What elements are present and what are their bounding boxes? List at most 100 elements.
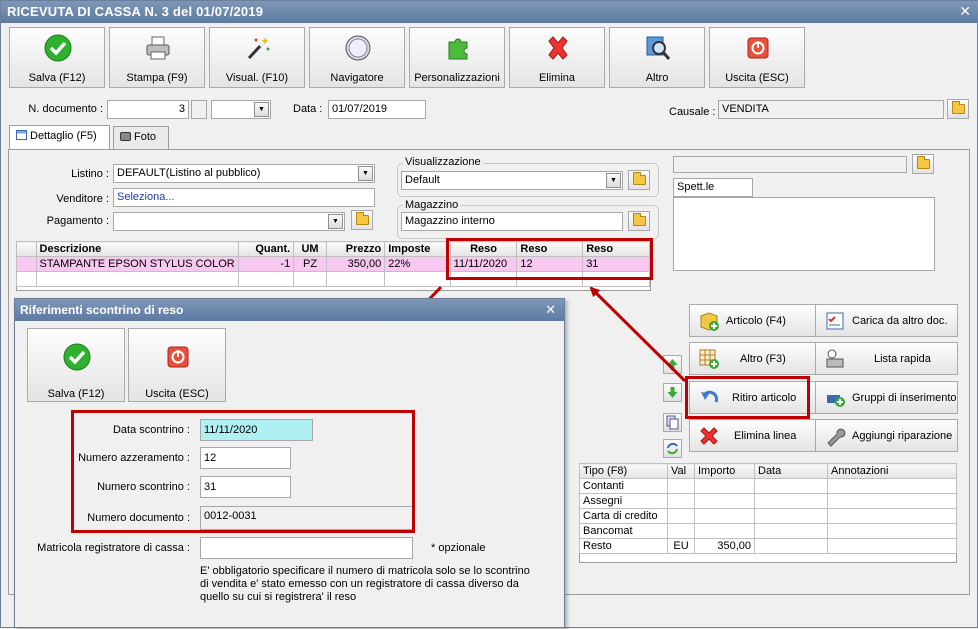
magazzino-input[interactable]: Magazzino interno — [401, 212, 623, 231]
save-label: Salva (F12) — [28, 72, 86, 84]
pay-type[interactable]: Carta di credito — [579, 508, 668, 524]
pay-type[interactable]: Assegni — [579, 493, 668, 509]
move-down-button[interactable] — [663, 383, 682, 402]
col-data[interactable]: Data — [754, 463, 828, 479]
cell-um[interactable]: PZ — [293, 256, 327, 272]
col-val[interactable]: Val — [667, 463, 695, 479]
visualizzazione-select[interactable]: Default ▼ — [401, 171, 623, 190]
add-article-label: Articolo (F4) — [726, 315, 786, 327]
table-row[interactable]: Carta di credito — [579, 508, 957, 524]
chevron-down-icon: ▼ — [254, 102, 269, 117]
table-row[interactable]: Assegni — [579, 493, 957, 509]
delete-line-button[interactable]: Elimina linea — [689, 419, 816, 452]
col-um[interactable]: UM — [293, 241, 327, 257]
listino-value: DEFAULT(Listino al pubblico) — [117, 167, 261, 179]
move-up-button[interactable] — [663, 355, 682, 374]
arrow-down-icon — [667, 387, 678, 398]
tab-foto[interactable]: Foto — [113, 126, 169, 149]
magazzino-browse-button[interactable] — [628, 211, 650, 231]
print-label: Stampa (F9) — [126, 72, 188, 84]
exit-button[interactable]: Uscita (ESC) — [709, 27, 805, 88]
more-button[interactable]: Altro — [609, 27, 705, 88]
cell-imposte[interactable]: 22% — [384, 256, 451, 272]
tab-dettaglio[interactable]: Dettaglio (F5) — [9, 125, 110, 150]
quick-list-button[interactable]: Lista rapida — [815, 342, 958, 375]
causale-label: Causale : — [669, 106, 716, 118]
navigator-label: Navigatore — [330, 72, 384, 84]
folder-icon — [356, 212, 369, 225]
pay-type[interactable]: Bancomat — [579, 523, 668, 539]
dialog-exit-label: Uscita (ESC) — [145, 388, 209, 400]
visualizzazione-browse-button[interactable] — [628, 170, 650, 190]
date-label: Data : — [293, 103, 323, 115]
dialog-close-button[interactable]: ✕ — [545, 302, 556, 318]
pay-type[interactable]: Contanti — [579, 478, 668, 494]
visualizzazione-value: Default — [405, 174, 440, 186]
print-button[interactable]: Stampa (F9) — [109, 27, 205, 88]
insert-groups-button[interactable]: Gruppi di inserimento — [815, 381, 958, 414]
cell-prezzo[interactable]: 350,00 — [325, 256, 386, 272]
doc-series-select[interactable]: ▼ — [211, 100, 271, 119]
table-row[interactable]: Bancomat — [579, 523, 957, 539]
save-button[interactable]: Salva (F12) — [9, 27, 105, 88]
add-repair-button[interactable]: Aggiungi riparazione — [815, 419, 958, 452]
payments-table: Tipo (F8) Val Importo Data Annotazioni C… — [579, 463, 957, 554]
quick-list-label: Lista rapida — [874, 353, 931, 365]
refresh-icon — [667, 442, 678, 455]
add-box-icon — [700, 312, 719, 331]
doc-number-input[interactable]: 3 — [107, 100, 189, 119]
view-button[interactable]: Visual. (F10) — [209, 27, 305, 88]
check-icon — [63, 343, 91, 371]
close-window-button[interactable]: ✕ — [959, 3, 971, 20]
col-quantita[interactable]: Quant. — [237, 241, 295, 257]
pay-type[interactable]: Resto — [579, 538, 668, 554]
folder-icon — [952, 101, 965, 114]
col-tipo[interactable]: Tipo (F8) — [579, 463, 668, 479]
customer-input[interactable] — [673, 156, 907, 173]
cell-descrizione[interactable]: STAMPANTE EPSON STYLUS COLOR — [35, 256, 239, 272]
col-annotazioni[interactable]: Annotazioni — [827, 463, 957, 479]
col-prezzo[interactable]: Prezzo — [325, 241, 386, 257]
customize-button[interactable]: Personalizzazioni — [409, 27, 505, 88]
doc-number-label: N. documento : — [28, 103, 103, 115]
pagamento-select[interactable]: ▼ — [113, 212, 345, 231]
customer-browse-button[interactable] — [912, 154, 934, 174]
col-imposte[interactable]: Imposte — [384, 241, 451, 257]
table-row[interactable]: Contanti — [579, 478, 957, 494]
dialog-save-button[interactable]: Salva (F12) — [27, 328, 125, 402]
delete-button[interactable]: Elimina — [509, 27, 605, 88]
col-descrizione[interactable]: Descrizione — [35, 241, 239, 257]
row-selector[interactable] — [16, 256, 37, 272]
other-button[interactable]: Altro (F3) — [689, 342, 816, 375]
venditore-input[interactable]: Seleziona... — [113, 188, 375, 207]
pagamento-browse-button[interactable] — [351, 210, 373, 230]
table-row[interactable]: Resto EU 350,00 — [579, 538, 957, 554]
date-input[interactable]: 01/07/2019 — [328, 100, 426, 119]
dialog-exit-button[interactable]: Uscita (ESC) — [128, 328, 226, 402]
copy-line-button[interactable] — [663, 413, 682, 432]
tab-dettaglio-label: Dettaglio (F5) — [30, 130, 97, 142]
load-from-doc-button[interactable]: Carica da altro doc. — [815, 304, 958, 337]
compass-icon — [345, 35, 371, 61]
add-article-button[interactable]: Articolo (F4) — [689, 304, 816, 337]
matricola-input[interactable] — [200, 537, 413, 559]
col-importo[interactable]: Importo — [694, 463, 755, 479]
causale-browse-button[interactable] — [947, 99, 969, 119]
arrow-up-icon — [667, 359, 678, 370]
return-receipt-dialog: Riferimenti scontrino di reso ✕ Salva (F… — [14, 298, 565, 628]
doc-number-suffix[interactable] — [191, 100, 207, 119]
checklist-icon — [826, 312, 844, 330]
listino-select[interactable]: DEFAULT(Listino al pubblico) ▼ — [113, 164, 375, 183]
other-label: Altro (F3) — [740, 353, 786, 365]
refresh-line-button[interactable] — [663, 439, 682, 458]
causale-input[interactable]: VENDITA — [718, 100, 944, 119]
camera-icon — [120, 132, 131, 141]
cell-quantita[interactable]: -1 — [237, 256, 295, 272]
customer-address-area[interactable] — [673, 197, 935, 271]
spett-input[interactable]: Spett.le — [673, 178, 753, 197]
visualizzazione-title: Visualizzazione — [403, 156, 483, 168]
navigator-button[interactable]: Navigatore — [309, 27, 405, 88]
view-label: Visual. (F10) — [225, 72, 289, 84]
more-label: Altro — [645, 72, 669, 84]
exit-label: Uscita (ESC) — [725, 72, 789, 84]
